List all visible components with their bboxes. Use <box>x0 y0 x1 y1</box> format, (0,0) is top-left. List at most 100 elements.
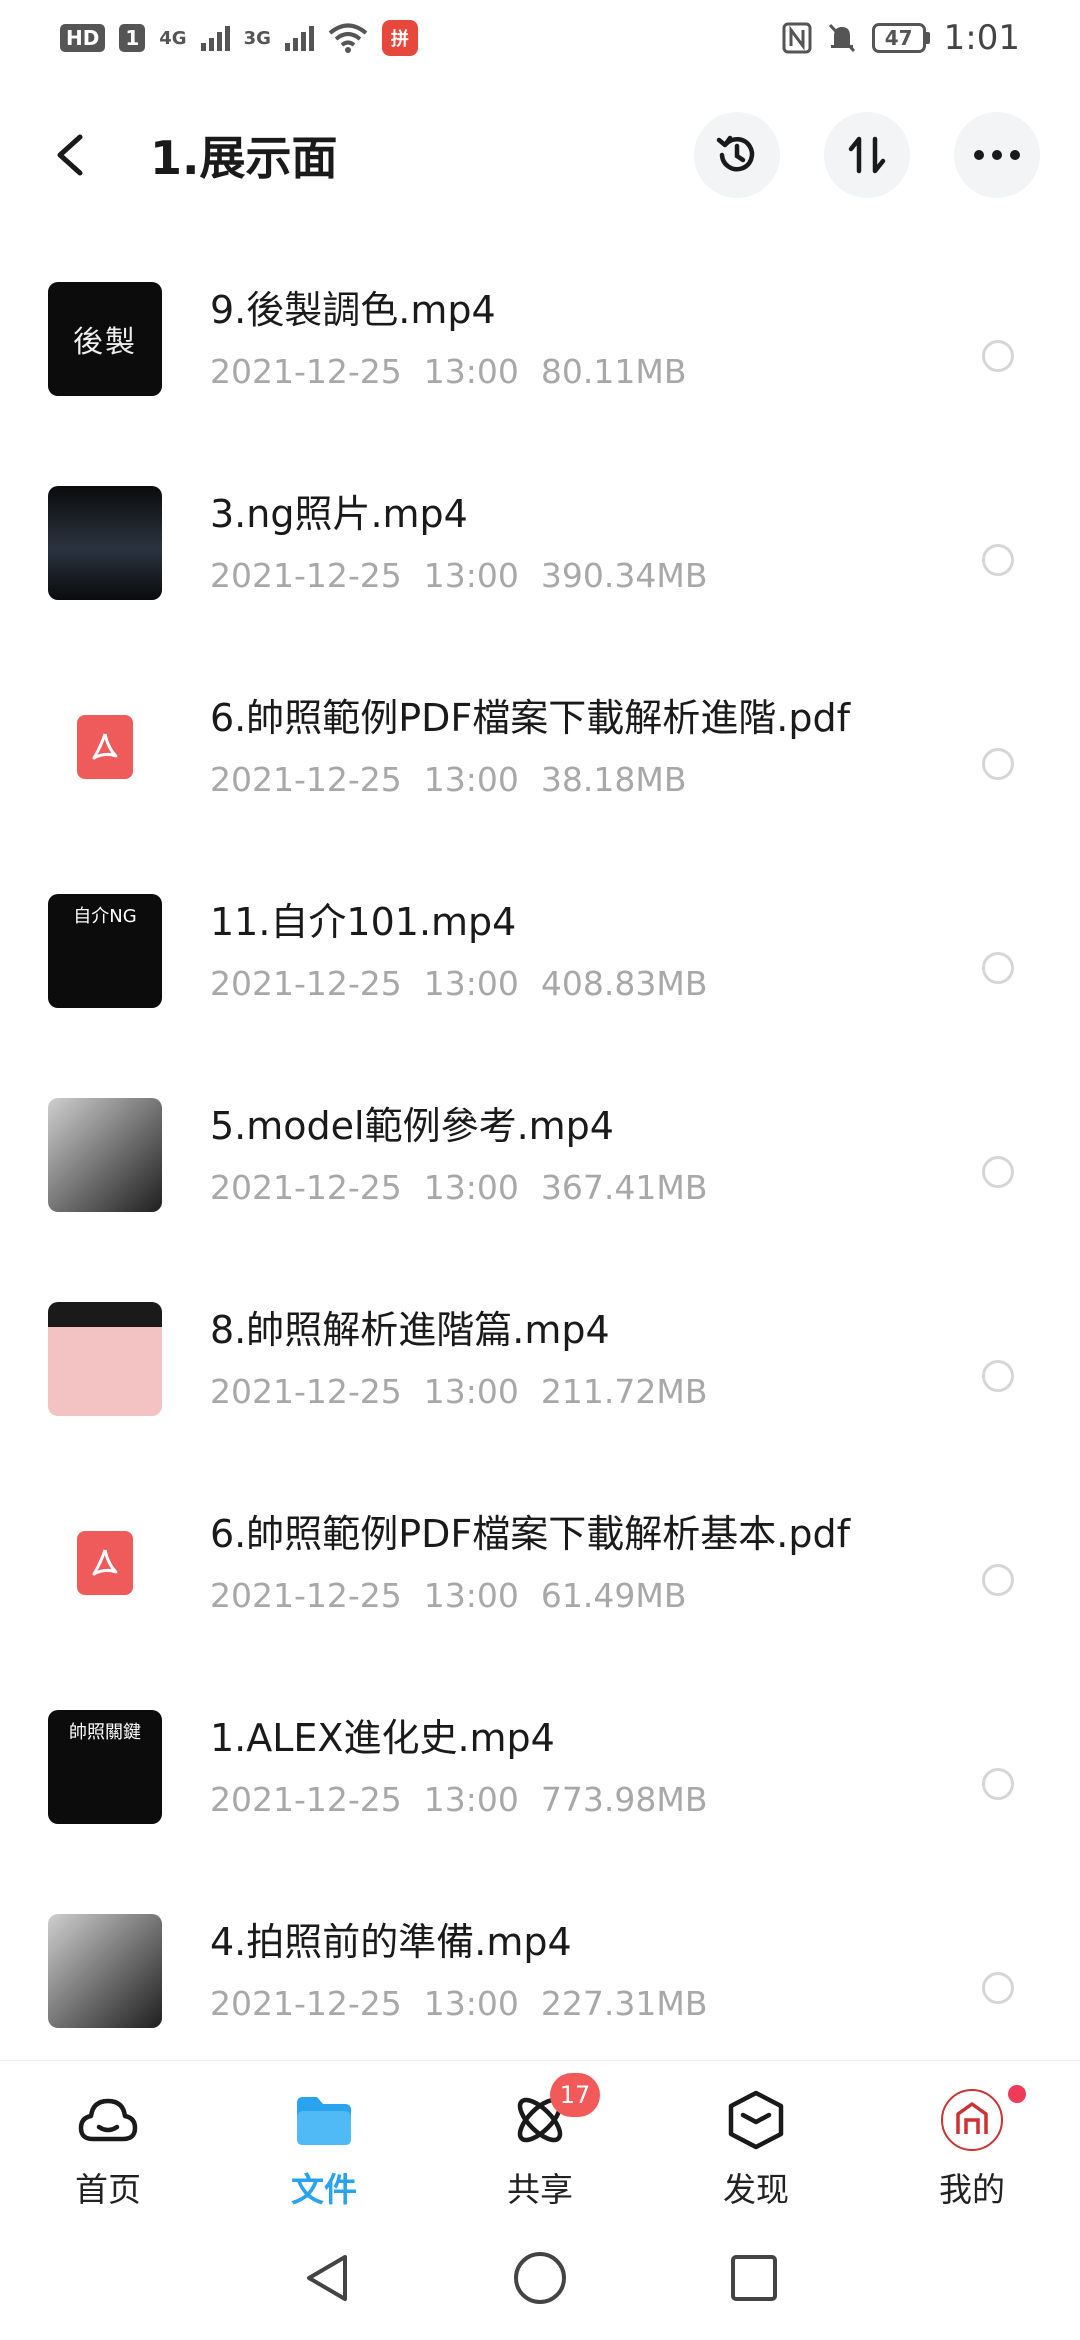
status-bar: HD 1 4G 3G 拼 47 1:01 <box>0 0 1080 76</box>
select-radio[interactable] <box>982 1360 1014 1392</box>
file-row[interactable]: 3.ng照片.mp4 2021-12-25 13:00 390.34MB <box>0 454 1080 658</box>
file-size: 80.11MB <box>540 351 687 391</box>
nav-files[interactable]: 文件 <box>224 2061 424 2215</box>
file-date: 2021-12-25 <box>210 1575 402 1615</box>
file-date: 2021-12-25 <box>210 963 402 1003</box>
file-info: 1.ALEX進化史.mp4 2021-12-25 13:00 773.98MB <box>210 1716 970 1819</box>
video-thumbnail <box>48 486 162 600</box>
file-name: 11.自介101.mp4 <box>210 900 517 944</box>
share-count-badge: 17 <box>550 2073 600 2117</box>
file-size: 227.31MB <box>540 1983 708 2023</box>
wifi-icon <box>328 23 368 53</box>
file-time: 13:00 <box>423 963 519 1003</box>
nav-home-label: 首页 <box>75 2170 141 2209</box>
file-info: 5.model範例參考.mp4 2021-12-25 13:00 367.41MB <box>210 1104 970 1207</box>
battery-icon: 47 <box>871 23 930 53</box>
video-thumbnail: 自介NG <box>48 894 162 1008</box>
signal-icon <box>200 25 230 51</box>
system-nav-bar <box>0 2215 1080 2340</box>
file-meta: 2021-12-25 13:00 61.49MB <box>210 1576 970 1615</box>
file-time: 13:00 <box>423 1983 519 2023</box>
file-info: 9.後製調色.mp4 2021-12-25 13:00 80.11MB <box>210 288 970 391</box>
recents-square-icon[interactable] <box>729 2253 779 2303</box>
history-button[interactable] <box>694 112 780 198</box>
video-thumbnail: 後製 <box>48 282 162 396</box>
file-size: 211.72MB <box>540 1371 708 1411</box>
file-row[interactable]: 自介NG 11.自介101.mp4 2021-12-25 13:00 408.83M… <box>0 862 1080 1066</box>
file-time: 13:00 <box>423 1371 519 1411</box>
nav-mine[interactable]: 我的 <box>872 2061 1072 2215</box>
bottom-nav: 首页 文件 17 共享 发现 我的 <box>0 2060 1080 2215</box>
file-info: 8.帥照解析進階篇.mp4 2021-12-25 13:00 211.72MB <box>210 1308 970 1411</box>
file-row[interactable]: 8.帥照解析進階篇.mp4 2021-12-25 13:00 211.72MB <box>0 1270 1080 1474</box>
file-date: 2021-12-25 <box>210 1779 402 1819</box>
video-thumbnail <box>48 1302 162 1416</box>
sort-icon <box>848 136 886 174</box>
back-icon[interactable] <box>40 125 100 185</box>
folder-icon <box>293 2089 355 2151</box>
select-radio[interactable] <box>982 1564 1014 1596</box>
file-row[interactable]: 帥照關鍵 1.ALEX進化史.mp4 2021-12-25 13:00 773.98… <box>0 1678 1080 1882</box>
file-meta: 2021-12-25 13:00 367.41MB <box>210 1168 970 1207</box>
select-radio[interactable] <box>982 748 1014 780</box>
file-row[interactable]: 6.帥照範例PDF檔案下載解析進階.pdf 2021-12-25 13:00 38.… <box>0 658 1080 862</box>
file-name: 6.帥照範例PDF檔案下載解析基本.pdf <box>210 1512 850 1556</box>
file-info: 11.自介101.mp4 2021-12-25 13:00 408.83MB <box>210 900 970 1003</box>
file-row[interactable]: 後製 9.後製調色.mp4 2021-12-25 13:00 80.11MB <box>0 250 1080 454</box>
file-time: 13:00 <box>423 1575 519 1615</box>
file-size: 773.98MB <box>540 1779 708 1819</box>
file-meta: 2021-12-25 13:00 211.72MB <box>210 1372 970 1411</box>
status-left: HD 1 4G 3G 拼 <box>60 20 418 56</box>
file-meta: 2021-12-25 13:00 80.11MB <box>210 352 970 391</box>
file-size: 408.83MB <box>540 963 708 1003</box>
file-info: 6.帥照範例PDF檔案下載解析基本.pdf 2021-12-25 13:00 61.… <box>210 1512 970 1615</box>
file-meta: 2021-12-25 13:00 773.98MB <box>210 1780 970 1819</box>
sim-indicator: 1 <box>119 24 146 52</box>
select-radio[interactable] <box>982 1768 1014 1800</box>
file-name: 8.帥照解析進階篇.mp4 <box>210 1308 610 1352</box>
page-title: 1.展示面 <box>150 131 338 185</box>
battery-level: 47 <box>871 23 926 53</box>
file-name: 4.拍照前的準備.mp4 <box>210 1920 572 1964</box>
file-date: 2021-12-25 <box>210 555 402 595</box>
status-right: 47 1:01 <box>782 18 1020 58</box>
file-row[interactable]: 5.model範例參考.mp4 2021-12-25 13:00 367.41MB <box>0 1066 1080 1270</box>
file-date: 2021-12-25 <box>210 1167 402 1207</box>
select-radio[interactable] <box>982 952 1014 984</box>
select-radio[interactable] <box>982 1972 1014 2004</box>
file-time: 13:00 <box>423 759 519 799</box>
nfc-icon <box>782 22 812 54</box>
file-meta: 2021-12-25 13:00 38.18MB <box>210 760 970 799</box>
home-circle-icon[interactable] <box>512 2250 568 2306</box>
file-time: 13:00 <box>423 351 519 391</box>
signal-icon <box>284 25 314 51</box>
file-time: 13:00 <box>423 1779 519 1819</box>
file-name: 1.ALEX進化史.mp4 <box>210 1716 555 1760</box>
bell-muted-icon <box>828 23 855 53</box>
video-thumbnail <box>48 1914 162 2028</box>
back-triangle-icon[interactable] <box>301 2251 351 2305</box>
header: 1.展示面 <box>0 100 1080 210</box>
thumbnail-caption: 帥照關鍵 <box>69 1722 141 1743</box>
avatar <box>941 2089 1003 2151</box>
file-info: 4.拍照前的準備.mp4 2021-12-25 13:00 227.31MB <box>210 1920 970 2023</box>
file-meta: 2021-12-25 13:00 390.34MB <box>210 556 970 595</box>
history-icon <box>716 135 755 172</box>
select-radio[interactable] <box>982 544 1014 576</box>
clock: 1:01 <box>943 18 1020 58</box>
file-meta: 2021-12-25 13:00 227.31MB <box>210 1984 970 2023</box>
nav-discover[interactable]: 发现 <box>656 2061 856 2215</box>
sort-button[interactable] <box>824 112 910 198</box>
file-row[interactable]: 4.拍照前的準備.mp4 2021-12-25 13:00 227.31MB <box>0 1882 1080 2086</box>
file-row[interactable]: 6.帥照範例PDF檔案下載解析基本.pdf 2021-12-25 13:00 61.… <box>0 1474 1080 1678</box>
select-radio[interactable] <box>982 340 1014 372</box>
pdf-icon <box>77 1531 133 1595</box>
select-radio[interactable] <box>982 1156 1014 1188</box>
file-size: 367.41MB <box>540 1167 708 1207</box>
pdf-thumbnail <box>48 1506 162 1620</box>
more-button[interactable] <box>954 112 1040 198</box>
cloud-icon <box>77 2089 139 2151</box>
nav-home[interactable]: 首页 <box>8 2061 208 2215</box>
nav-share[interactable]: 17 共享 <box>440 2061 640 2215</box>
nav-mine-label: 我的 <box>939 2170 1005 2209</box>
